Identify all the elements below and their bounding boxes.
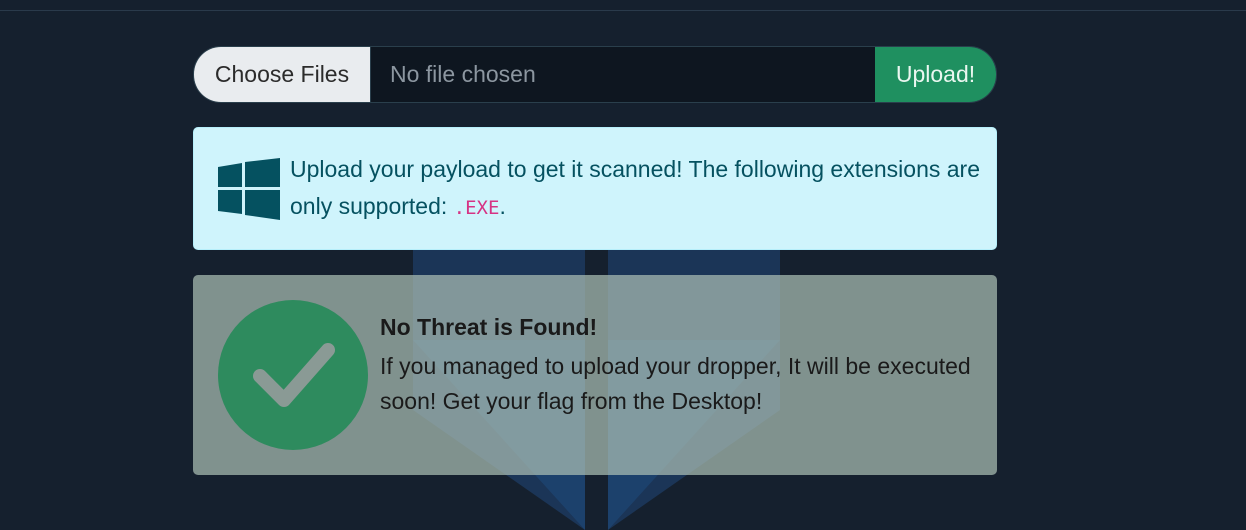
main-container: Choose Files No file chosen Upload! Uplo… <box>193 46 997 475</box>
result-title: No Threat is Found! <box>380 313 598 340</box>
file-upload-group: Choose Files No file chosen Upload! <box>193 46 997 103</box>
result-alert: No Threat is Found! If you managed to up… <box>193 275 997 475</box>
top-border <box>0 0 1246 11</box>
extension-code: .EXE <box>453 196 500 219</box>
info-text-end: . <box>499 192 506 219</box>
result-text: No Threat is Found! If you managed to up… <box>380 314 997 419</box>
file-status-label: No file chosen <box>371 47 875 102</box>
checkmark-circle-icon <box>218 300 368 450</box>
info-text-main: Upload your payload to get it scanned! T… <box>290 155 981 219</box>
info-alert: Upload your payload to get it scanned! T… <box>193 127 997 250</box>
choose-files-button[interactable]: Choose Files <box>194 47 371 102</box>
info-message: Upload your payload to get it scanned! T… <box>290 151 996 227</box>
upload-button[interactable]: Upload! <box>875 47 996 102</box>
windows-logo-icon <box>218 157 280 220</box>
result-message: If you managed to upload your dropper, I… <box>380 352 971 414</box>
